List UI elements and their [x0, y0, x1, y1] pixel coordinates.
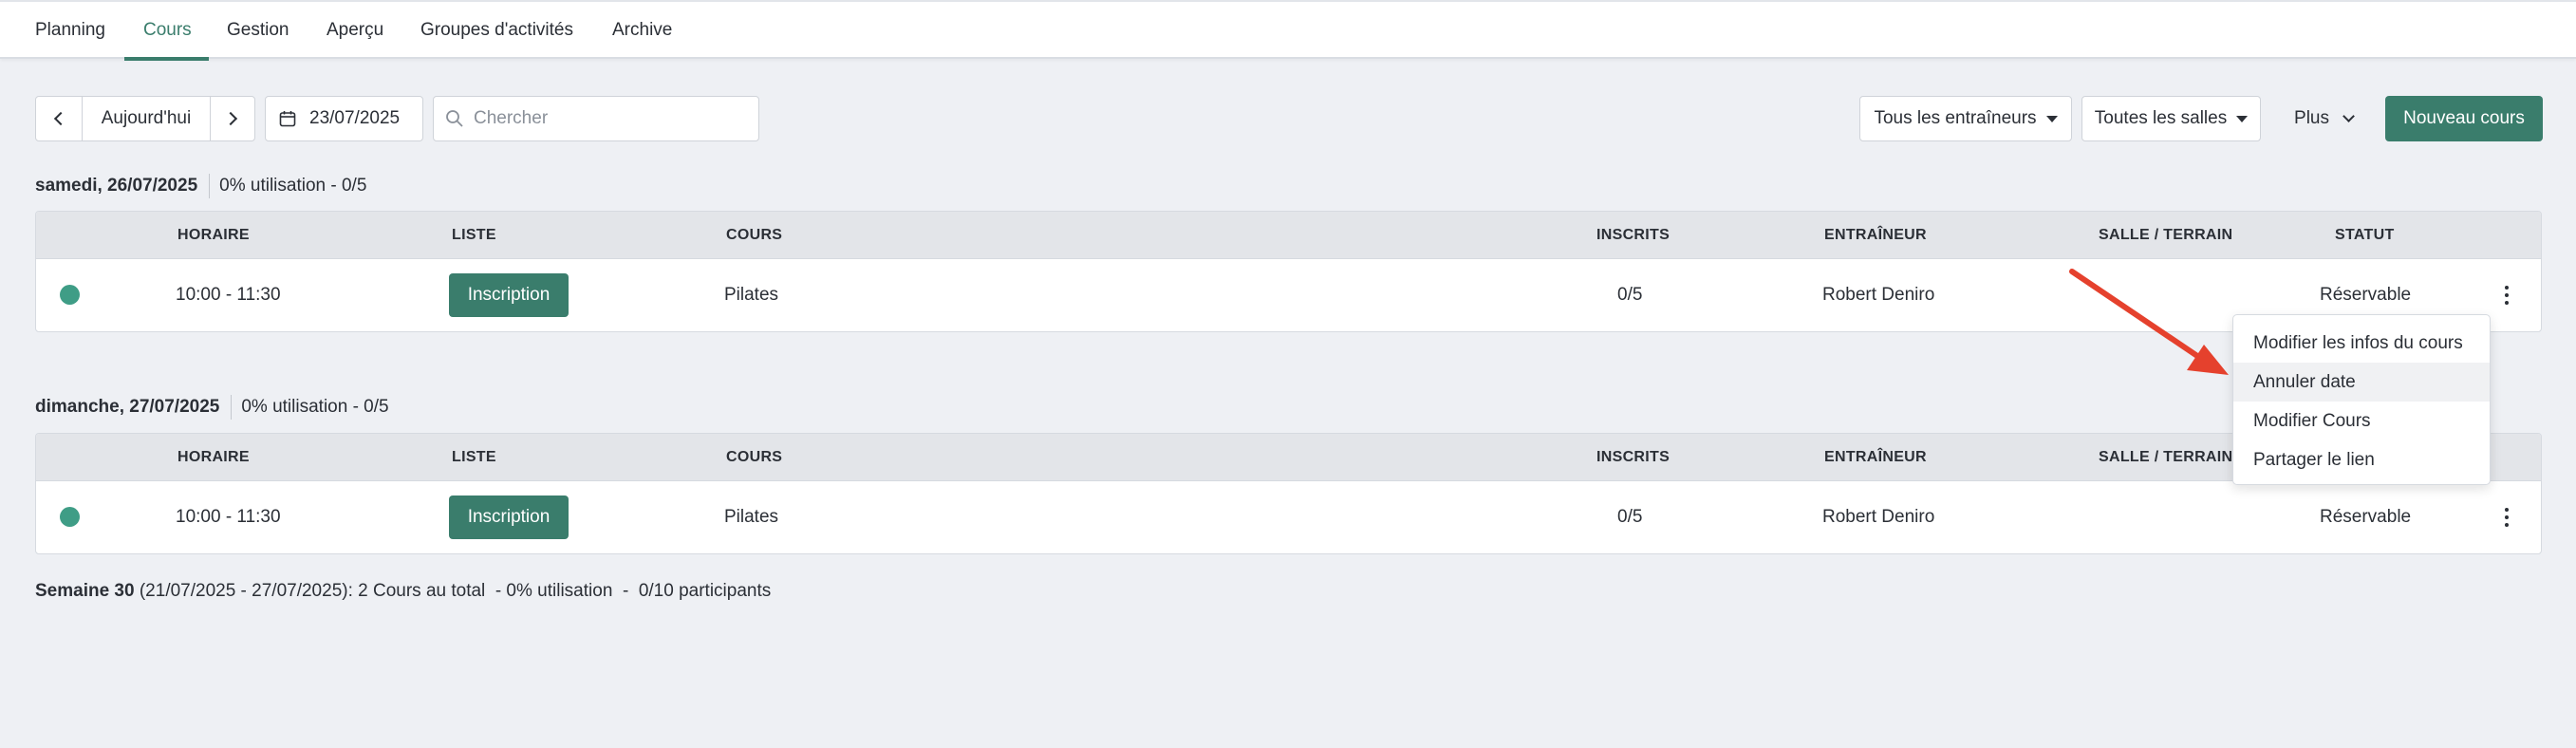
- status-dot-icon: [60, 507, 80, 527]
- status-dot-icon: [60, 285, 80, 305]
- header-salle: SALLE / TERRAIN: [2099, 449, 2233, 465]
- rooms-filter-dropdown[interactable]: Toutes les salles: [2081, 96, 2261, 141]
- caret-down-icon: [2045, 115, 2058, 122]
- row-trainer: Robert Deniro: [1822, 507, 1935, 527]
- header-inscrits: INSCRITS: [1596, 227, 1671, 243]
- header-salle: SALLE / TERRAIN: [2099, 227, 2233, 243]
- day-date: samedi, 26/07/2025: [35, 176, 198, 196]
- header-statut: STATUT: [2335, 227, 2395, 243]
- menu-item-share-link[interactable]: Partager le lien: [2233, 440, 2490, 479]
- search-icon: [446, 110, 463, 127]
- table-header: HORAIRE LISTE COURS INSCRITS ENTRAÎNEUR …: [36, 434, 2541, 481]
- day-header: samedi, 26/07/2025 0% utilisation - 0/5: [35, 172, 366, 200]
- header-liste: LISTE: [452, 227, 496, 243]
- inscription-button[interactable]: Inscription: [449, 273, 569, 317]
- prev-button[interactable]: [36, 97, 82, 140]
- menu-item-edit-course[interactable]: Modifier Cours: [2233, 402, 2490, 440]
- row-status: Réservable: [2320, 507, 2412, 527]
- header-cours: COURS: [726, 449, 783, 465]
- tab-gestion[interactable]: Gestion: [227, 2, 289, 59]
- header-liste: LISTE: [452, 449, 496, 465]
- search-input[interactable]: [474, 97, 749, 140]
- row-time: 10:00 - 11:30: [176, 285, 281, 305]
- header-horaire: HORAIRE: [177, 449, 250, 465]
- day-utilization: 0% utilisation - 0/5: [219, 176, 367, 196]
- kebab-menu-icon[interactable]: [2501, 506, 2512, 529]
- trainers-filter-dropdown[interactable]: Tous les entraîneurs: [1859, 96, 2072, 141]
- date-value: 23/07/2025: [309, 108, 401, 128]
- more-dropdown[interactable]: Plus: [2278, 96, 2369, 141]
- week-label: Semaine 30: [35, 581, 135, 601]
- tab-groupes-activites[interactable]: Groupes d'activités: [420, 2, 573, 59]
- header-entraineur: ENTRAÎNEUR: [1824, 449, 1927, 465]
- more-label: Plus: [2294, 108, 2329, 128]
- row-enrolled: 0/5: [1617, 507, 1643, 527]
- header-cours: COURS: [726, 227, 783, 243]
- menu-item-edit-course-info[interactable]: Modifier les infos du cours: [2233, 324, 2490, 363]
- tab-planning[interactable]: Planning: [35, 2, 105, 59]
- trainers-filter-label: Tous les entraîneurs: [1874, 108, 2037, 128]
- row-trainer: Robert Deniro: [1822, 285, 1935, 305]
- tab-cours[interactable]: Cours: [143, 2, 192, 59]
- header-horaire: HORAIRE: [177, 227, 250, 243]
- top-nav: Planning Cours Gestion Aperçu Groupes d'…: [0, 0, 2576, 61]
- row-enrolled: 0/5: [1617, 285, 1643, 305]
- date-picker[interactable]: 23/07/2025: [265, 96, 423, 141]
- row-context-menu: Modifier les infos du cours Annuler date…: [2232, 314, 2491, 485]
- courses-table: HORAIRE LISTE COURS INSCRITS ENTRAÎNEUR …: [35, 211, 2542, 332]
- divider: [231, 395, 233, 420]
- calendar-icon: [279, 111, 296, 127]
- week-summary-text: (21/07/2025 - 27/07/2025): 2 Cours au to…: [134, 581, 772, 601]
- header-entraineur: ENTRAÎNEUR: [1824, 227, 1927, 243]
- kebab-menu-icon[interactable]: [2501, 284, 2512, 307]
- row-course: Pilates: [724, 507, 779, 527]
- week-summary: Semaine 30 (21/07/2025 - 27/07/2025): 2 …: [35, 581, 771, 602]
- new-course-button[interactable]: Nouveau cours: [2385, 96, 2543, 141]
- day-header: dimanche, 27/07/2025 0% utilisation - 0/…: [35, 393, 389, 421]
- row-course: Pilates: [724, 285, 779, 305]
- divider: [209, 174, 211, 198]
- rooms-filter-label: Toutes les salles: [2094, 108, 2228, 128]
- chevron-left-icon: [53, 111, 68, 126]
- header-inscrits: INSCRITS: [1596, 449, 1671, 465]
- tab-apercu[interactable]: Aperçu: [327, 2, 383, 59]
- table-row: 10:00 - 11:30 Inscription Pilates 0/5 Ro…: [36, 481, 2541, 553]
- search-box: [433, 96, 759, 141]
- today-button[interactable]: Aujourd'hui: [83, 97, 210, 140]
- chevron-down-icon: [2343, 109, 2355, 122]
- table-header: HORAIRE LISTE COURS INSCRITS ENTRAÎNEUR …: [36, 212, 2541, 259]
- tab-archive[interactable]: Archive: [612, 2, 672, 59]
- row-time: 10:00 - 11:30: [176, 507, 281, 527]
- chevron-right-icon: [223, 111, 238, 126]
- caret-down-icon: [2236, 115, 2249, 122]
- active-tab-indicator: [124, 57, 209, 61]
- next-button[interactable]: [211, 97, 254, 140]
- menu-item-cancel-date[interactable]: Annuler date: [2233, 363, 2490, 402]
- courses-table: HORAIRE LISTE COURS INSCRITS ENTRAÎNEUR …: [35, 433, 2542, 554]
- day-date: dimanche, 27/07/2025: [35, 397, 220, 417]
- day-utilization: 0% utilisation - 0/5: [241, 397, 389, 417]
- inscription-button[interactable]: Inscription: [449, 496, 569, 539]
- table-row: 10:00 - 11:30 Inscription Pilates 0/5 Ro…: [36, 259, 2541, 331]
- date-nav-group: Aujourd'hui: [35, 96, 255, 141]
